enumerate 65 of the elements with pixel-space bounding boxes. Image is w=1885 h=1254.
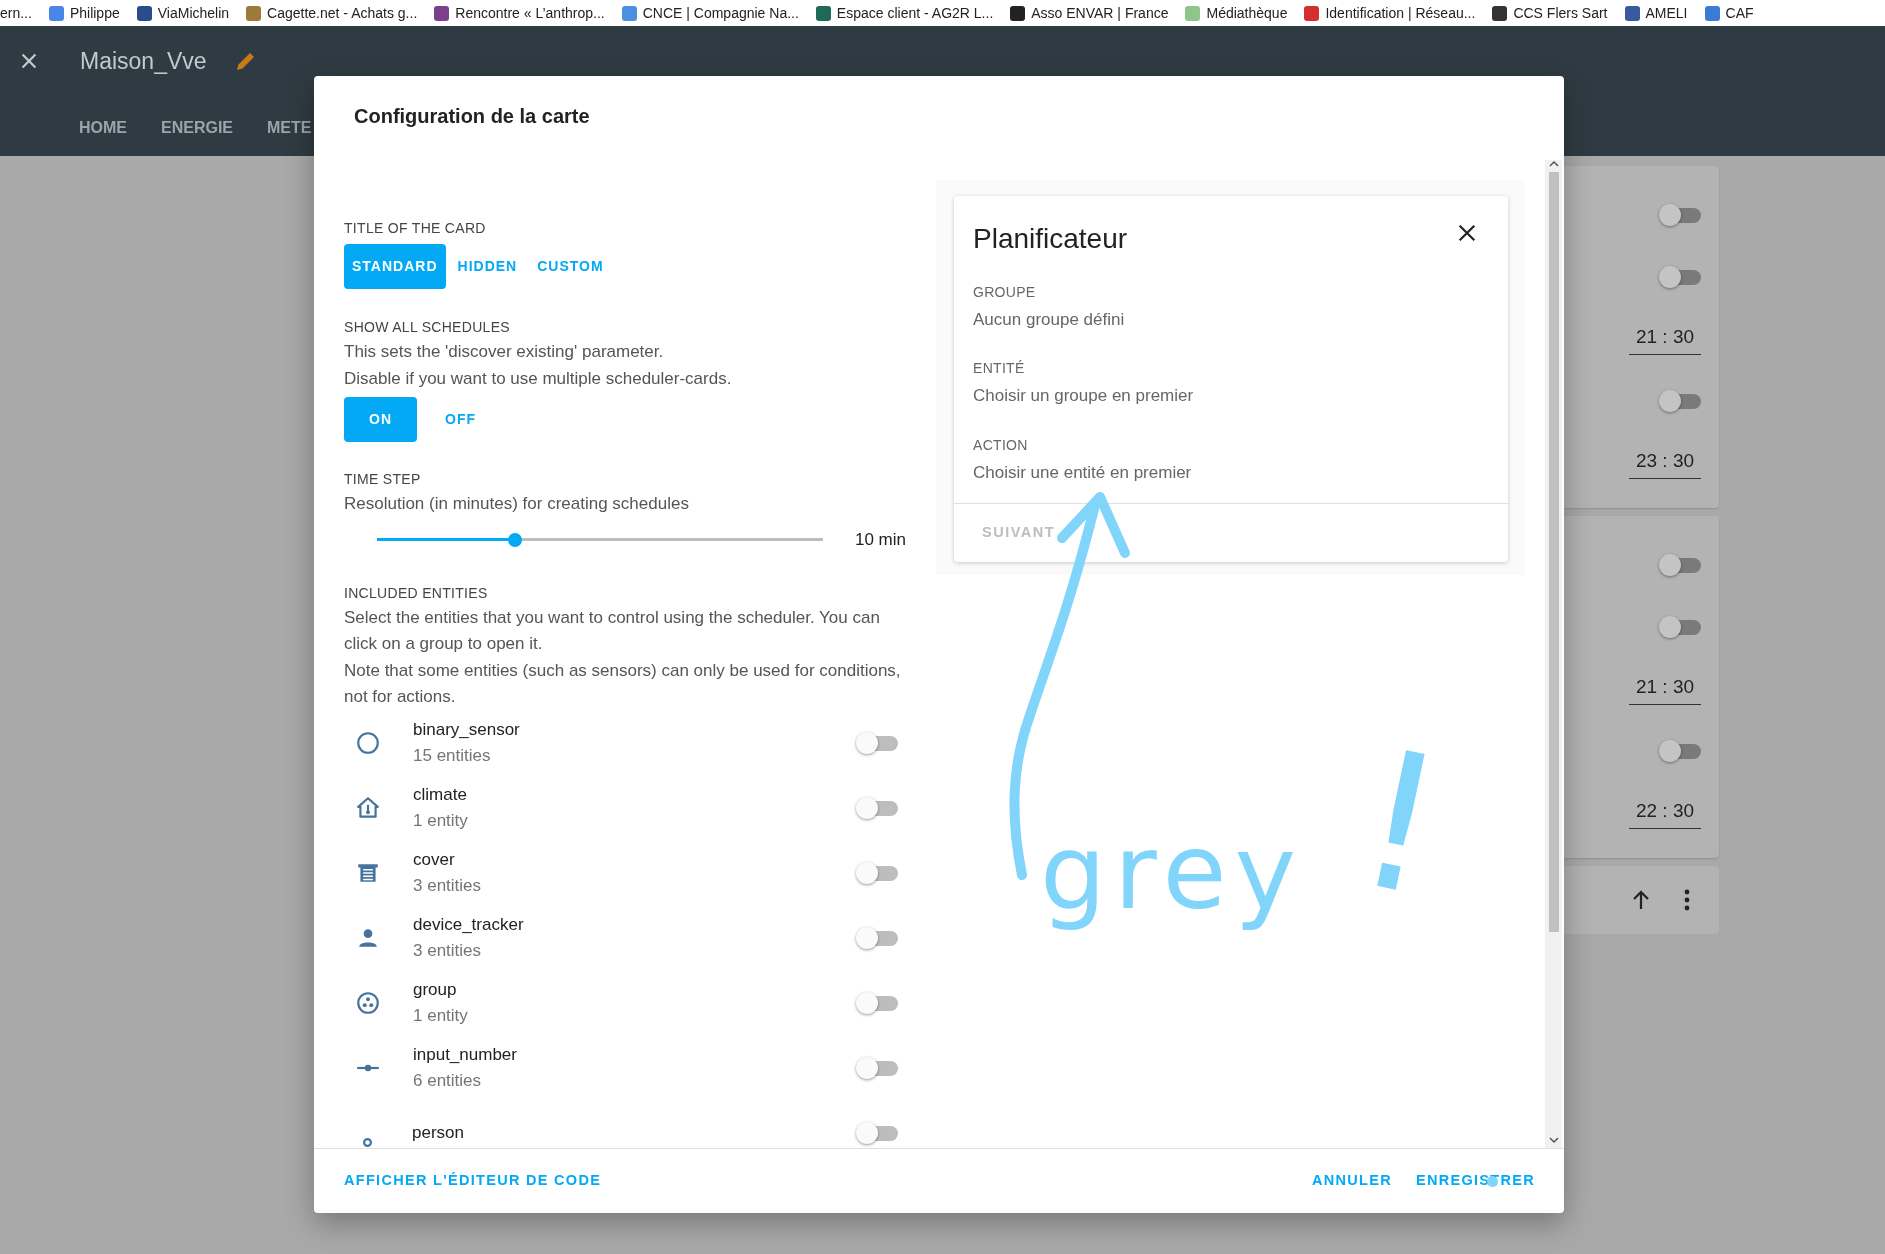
bookmark-link[interactable]: ViaMichelin (157, 2, 230, 24)
field-label: ENTITÉ (973, 359, 1026, 379)
time-field[interactable]: 22 : 30 (1629, 797, 1701, 829)
handwritten-note: ! (1338, 706, 1462, 942)
field-value[interactable]: Choisir un groupe en premier (973, 383, 1489, 409)
bookmark-link[interactable]: ern... (0, 2, 32, 24)
bookmark-link[interactable]: CAF (1725, 2, 1754, 24)
section-label: SHOW ALL SCHEDULES (344, 318, 511, 337)
bookmark-link[interactable]: Identification | Réseau... (1325, 2, 1476, 24)
view-tab[interactable]: HOME (79, 116, 127, 140)
time-field[interactable]: 21 : 30 (1629, 673, 1701, 705)
entity-count: 15 entities (413, 745, 492, 767)
bookmark-link[interactable]: Cagette.net - Achats g... (267, 2, 418, 24)
entity-name: device_tracker (413, 914, 525, 936)
time-field[interactable]: 21 : 30 (1629, 323, 1701, 355)
section-label: TITLE OF THE CARD (344, 219, 487, 238)
person-outline-icon (363, 1137, 372, 1147)
bookmark-link[interactable]: Médiathèque (1206, 2, 1288, 24)
scrollbar[interactable] (1545, 160, 1562, 1148)
view-tab[interactable]: METE (267, 116, 312, 140)
bookmark-link[interactable]: Espace client - AG2R L... (836, 2, 994, 24)
field-label: GROUPE (973, 282, 1037, 302)
more-icon[interactable] (1683, 889, 1691, 911)
bookmark-link[interactable]: Rencontre « L’anthrop... (455, 2, 605, 24)
entity-name: binary_sensor (413, 719, 521, 741)
slider-value: 10 min (854, 528, 906, 551)
scroll-down-icon[interactable] (1548, 1136, 1559, 1144)
bookmark-link[interactable]: AMELI (1645, 2, 1688, 24)
section-label: TIME STEP (344, 470, 422, 489)
bookmark-link[interactable]: Asso ENVAR | France (1031, 2, 1169, 24)
entity-name: input_number (413, 1044, 518, 1066)
slider-thumb[interactable] (508, 532, 523, 547)
entity-name: climate (413, 784, 468, 806)
description-text: Note that some entities (such as sensors) can only be used for conditions, not for actions. (344, 659, 902, 708)
close-icon[interactable] (1456, 222, 1478, 244)
dialog-title: Configuration de la carte (353, 104, 591, 129)
house-thermometer-icon (355, 795, 381, 821)
entity-name: cover (413, 849, 456, 871)
description-text: This sets the 'discover existing' parameter. (344, 341, 665, 363)
dots-circle-icon (355, 990, 381, 1016)
description-text: Resolution (in minutes) for creating schedules (344, 493, 690, 515)
section-label: INCLUDED ENTITIES (344, 583, 489, 603)
entity-name: person (412, 1122, 465, 1144)
bookmark-link[interactable]: CCS Flers Sart (1513, 2, 1608, 24)
description-text: Disable if you want to use multiple scheduler-cards. (344, 367, 733, 390)
bookmark-link[interactable]: Philippe (69, 2, 120, 24)
scroll-up-icon[interactable] (1548, 160, 1559, 168)
dashboard-title: Maison_Vve (80, 46, 207, 76)
field-value[interactable]: Aucun groupe défini (973, 306, 1489, 333)
bookmark-link[interactable]: CNCE | Compagnie Na... (642, 2, 799, 24)
field-value[interactable]: Choisir une entité en premier (973, 459, 1489, 486)
entity-count: 1 entity (413, 810, 469, 832)
description-text: Select the entities that you want to control using the scheduler. You can click on a group to open it. (344, 606, 881, 655)
field-label: ACTION (973, 435, 1029, 455)
handwritten-note: grey (1040, 810, 1305, 935)
time-field[interactable]: 23 : 30 (1629, 447, 1701, 479)
view-tab[interactable]: ENERGIE (161, 116, 233, 140)
circle-icon (355, 730, 381, 756)
card-title: Planificateur (973, 222, 1128, 256)
entity-name: group (413, 979, 458, 1001)
entity-count: 1 entity (413, 1005, 469, 1027)
entity-count: 6 entities (413, 1070, 483, 1092)
ink-dot (1487, 1176, 1498, 1187)
entity-count: 3 entities (413, 940, 483, 962)
entity-count: 3 entities (413, 875, 483, 897)
